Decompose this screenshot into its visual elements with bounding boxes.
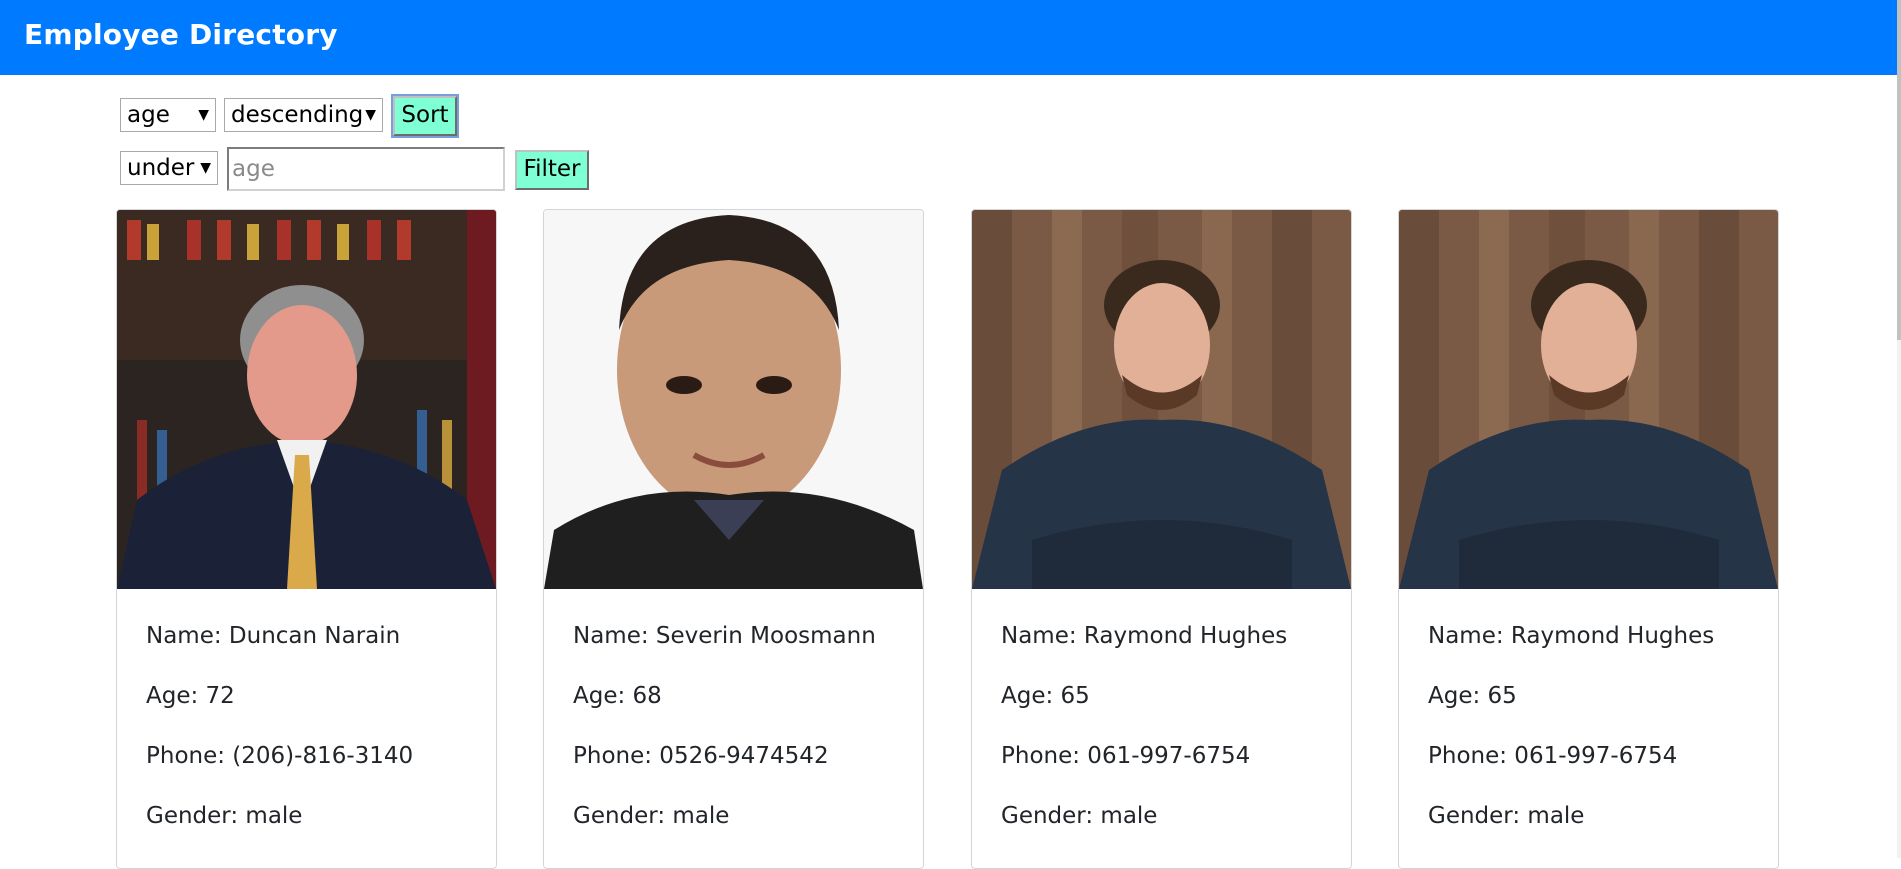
employee-photo [1399, 210, 1778, 589]
employee-name: Name: Raymond Hughes [1428, 623, 1715, 649]
filter-operator-select[interactable]: under ▼ [120, 151, 218, 185]
sort-button[interactable]: Sort [391, 94, 459, 138]
chevron-down-icon: ▼ [198, 107, 209, 123]
sort-order-value: descending [231, 102, 364, 128]
employee-photo [972, 210, 1351, 589]
employee-card: Name: Raymond Hughes Age: 65 Phone: 061-… [1398, 209, 1779, 869]
employee-gender: Gender: male [146, 803, 303, 829]
filter-age-input[interactable] [227, 147, 505, 191]
scrollbar[interactable] [1897, 0, 1901, 858]
chevron-down-icon: ▼ [365, 107, 376, 123]
sort-field-select[interactable]: age ▼ [120, 98, 216, 132]
employee-age: Age: 65 [1001, 683, 1090, 709]
chevron-down-icon: ▼ [200, 160, 211, 176]
filter-button[interactable]: Filter [515, 150, 589, 190]
employee-gender: Gender: male [573, 803, 730, 829]
employee-gender: Gender: male [1428, 803, 1585, 829]
employee-photo [544, 210, 923, 589]
employee-phone: Phone: 061-997-6754 [1428, 743, 1678, 769]
scrollbar-thumb[interactable] [1897, 0, 1901, 340]
employee-name: Name: Raymond Hughes [1001, 623, 1288, 649]
employee-age: Age: 72 [146, 683, 235, 709]
employee-age: Age: 65 [1428, 683, 1517, 709]
employee-card: Name: Duncan Narain Age: 72 Phone: (206)… [116, 209, 497, 869]
employee-name: Name: Severin Moosmann [573, 623, 876, 649]
employee-gender: Gender: male [1001, 803, 1158, 829]
navbar: Employee Directory [0, 0, 1897, 75]
employee-phone: Phone: 0526-9474542 [573, 743, 829, 769]
sort-order-select[interactable]: descending ▼ [224, 98, 383, 132]
employee-photo [117, 210, 496, 589]
filter-operator-value: under [127, 155, 195, 181]
app-title: Employee Directory [24, 18, 338, 51]
employee-phone: Phone: 061-997-6754 [1001, 743, 1251, 769]
employee-card: Name: Raymond Hughes Age: 65 Phone: 061-… [971, 209, 1352, 869]
sort-field-value: age [127, 102, 170, 128]
employee-phone: Phone: (206)-816-3140 [146, 743, 414, 769]
employee-card: Name: Severin Moosmann Age: 68 Phone: 05… [543, 209, 924, 869]
employee-age: Age: 68 [573, 683, 662, 709]
employee-name: Name: Duncan Narain [146, 623, 401, 649]
